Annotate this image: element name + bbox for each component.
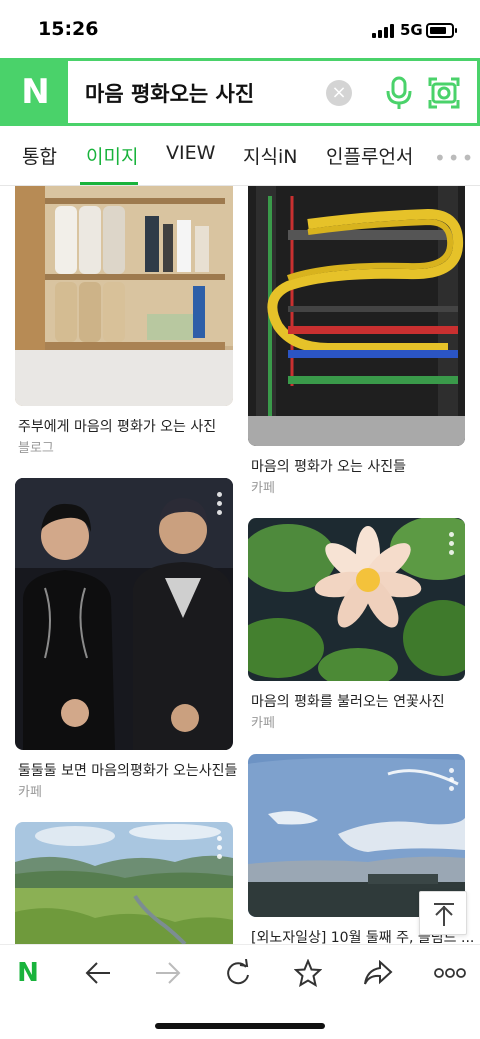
naver-home-label: N (17, 958, 39, 988)
bottom-toolbar: N (0, 944, 480, 1039)
result-source: 카페 (18, 785, 42, 800)
result-card[interactable]: 마음의 평화가 오는 사진들 카페 (248, 186, 465, 496)
result-card[interactable]: 마음의 평화를 불러오는 연꽃사진 카페 (248, 518, 465, 733)
result-source: 카페 (251, 481, 275, 496)
star-icon[interactable] (288, 957, 328, 989)
forward-icon[interactable] (148, 957, 188, 989)
tab-view[interactable]: VIEW (166, 142, 215, 164)
result-card[interactable]: 주부에게 마음의 평화가 오는 사진 블로그 (15, 186, 233, 458)
tab-kin[interactable]: 지식iN (243, 142, 297, 169)
home-indicator (155, 1023, 325, 1029)
more-icon[interactable] (217, 492, 223, 519)
tab-images[interactable]: 이미지 (86, 142, 138, 169)
tab-influencer[interactable]: 인플루언서 (326, 142, 413, 169)
status-bar: 15:26 5G (0, 0, 480, 58)
arrow-up-icon (434, 903, 454, 926)
status-time: 15:26 (38, 18, 99, 40)
two-men-stage-photo[interactable] (15, 478, 233, 750)
refresh-icon[interactable] (218, 957, 258, 989)
naver-home-icon[interactable]: N (8, 957, 48, 989)
battery-icon (426, 23, 457, 38)
result-card[interactable] (15, 822, 233, 944)
search-bar: N 마음 평화오는 사진 × (0, 58, 480, 126)
back-icon[interactable] (78, 957, 118, 989)
result-card[interactable]: 둘둘둘 보면 마음의평화가 오는사진들 카페 (15, 478, 237, 800)
search-tabs: 통합 이미지 VIEW 지식iN 인플루언서 ••• (0, 126, 480, 186)
result-title[interactable]: 마음의 평화가 오는 사진들 (251, 456, 406, 476)
bathroom-shelf-photo[interactable] (15, 186, 233, 406)
signal-icon (372, 24, 394, 38)
scroll-top-button[interactable] (419, 891, 467, 935)
more-icon[interactable] (449, 768, 455, 795)
more-icon[interactable] (430, 957, 470, 989)
camera-lens-icon[interactable] (427, 76, 461, 110)
tab-all[interactable]: 통합 (22, 142, 57, 169)
microphone-icon[interactable] (384, 76, 414, 110)
result-title[interactable]: 둘둘둘 보면 마음의평화가 오는사진들 (18, 760, 237, 780)
green-valley-photo[interactable] (15, 822, 233, 944)
result-title[interactable]: 마음의 평화를 불러오는 연꽃사진 (251, 691, 445, 711)
naver-logo-text: N (21, 72, 50, 112)
active-tab-indicator (80, 182, 138, 185)
result-title[interactable]: 주부에게 마음의 평화가 오는 사진 (18, 416, 216, 436)
more-icon[interactable] (217, 836, 223, 863)
naver-logo[interactable]: N (3, 61, 68, 123)
more-icon[interactable] (449, 532, 455, 559)
result-source: 블로그 (18, 441, 54, 456)
share-icon[interactable] (358, 957, 398, 989)
search-input[interactable]: 마음 평화오는 사진 (85, 78, 254, 108)
close-icon[interactable]: × (326, 80, 352, 106)
result-source: 카페 (251, 716, 275, 731)
lotus-flower-photo[interactable] (248, 518, 465, 681)
network-type: 5G (400, 21, 423, 39)
more-tabs-icon[interactable]: ••• (434, 146, 475, 170)
server-rack-cables-photo[interactable] (248, 186, 465, 446)
